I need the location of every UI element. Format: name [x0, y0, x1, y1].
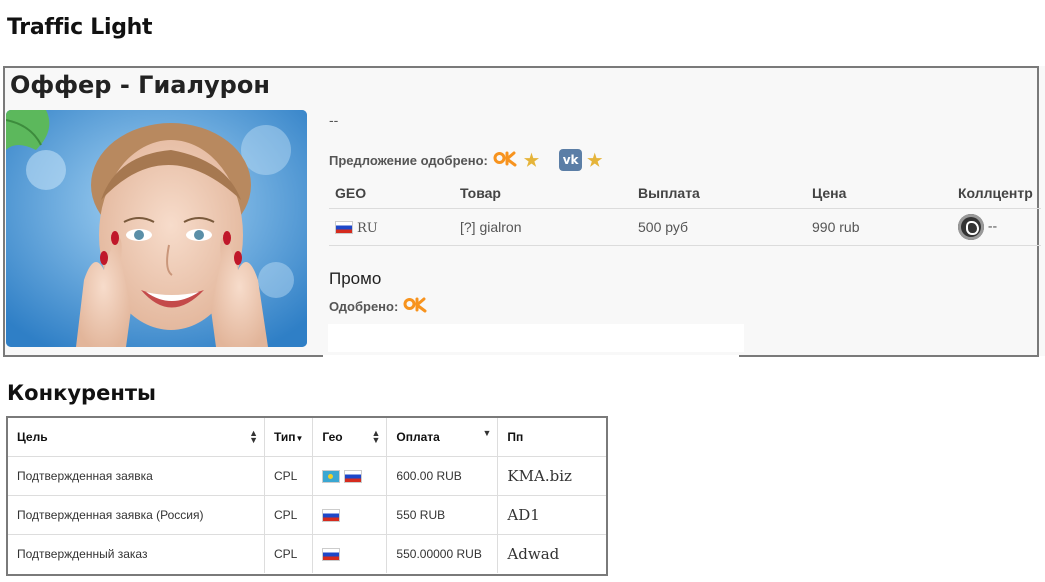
goal-cell: Подтвержденная заявка (Россия): [8, 495, 265, 535]
geo-cell: [312, 495, 388, 535]
geo-cell: [312, 534, 388, 573]
ok-icon: [493, 151, 519, 170]
russia-flag-icon: [322, 509, 341, 523]
payment-cell: 550 RUB: [386, 495, 499, 535]
col-geo: GEO: [329, 178, 454, 209]
dropdown-icon[interactable]: ▼: [296, 434, 304, 443]
competitors-table: Цель ▲ ▼ Тип▼ Гео ▲ ▼ Оплата ▼ Пп Подтвержден…: [8, 418, 606, 573]
geo-cell: RU: [329, 208, 454, 246]
star-icon: ★: [523, 150, 540, 170]
offer-description: --: [329, 112, 339, 128]
offer-table: GEO Товар Выплата Цена Коллцентр RU [?] …: [329, 178, 1041, 246]
russia-flag-icon: [322, 548, 341, 562]
col-price: Цена: [806, 178, 952, 209]
callcenter-cell: --: [952, 208, 1041, 246]
kazakhstan-flag-icon: [322, 470, 341, 484]
competitors-panel: Цель ▲ ▼ Тип▼ Гео ▲ ▼ Оплата ▼ Пп Подтвержден…: [6, 416, 608, 576]
payment-cell: 550.00000 RUB: [386, 534, 499, 573]
price-cell: 990 rub: [806, 208, 952, 246]
promo-approved: Одобрено:: [329, 297, 429, 316]
promo-area-tail: [323, 355, 739, 375]
russia-flag-icon: [344, 470, 363, 484]
goal-cell: Подтвержденная заявка: [8, 456, 265, 496]
promo-title: Промо: [329, 269, 382, 288]
goal-cell: Подтвержденный заказ: [8, 534, 265, 573]
sort-icon[interactable]: ▲ ▼: [372, 429, 381, 445]
geo-code: RU: [357, 220, 378, 236]
product-cell[interactable]: [?] gialron: [454, 208, 632, 246]
col-pp[interactable]: Пп: [497, 418, 606, 457]
col-callcenter: Коллцентр: [952, 178, 1041, 209]
table-row: RU [?] gialron 500 руб 990 rub --: [329, 208, 1041, 246]
type-cell: CPL: [264, 534, 314, 573]
col-payout: Выплата: [632, 178, 806, 209]
payment-cell: 600.00 RUB: [386, 456, 499, 496]
offer-approved: Предложение одобрено: ★ vk ★: [329, 149, 602, 171]
table-row: Подтвержденная заявка CPL 600.00 RUB KMA…: [8, 456, 606, 496]
table-row: Подтвержденный заказ CPL 550.00000 RUB A…: [8, 534, 606, 574]
callcenter-icon: [958, 214, 984, 240]
payout-cell: 500 руб: [632, 208, 806, 246]
col-product: Товар: [454, 178, 632, 209]
table-row: Подтвержденная заявка (Россия) CPL 550 R…: [8, 495, 606, 535]
page-title: Traffic Light: [7, 15, 153, 40]
star-icon: ★: [587, 150, 603, 170]
competitors-title: Конкуренты: [7, 381, 156, 405]
sort-icon[interactable]: ▲ ▼: [249, 429, 258, 445]
offer-image: [6, 110, 307, 347]
sort-desc-icon[interactable]: ▼: [483, 429, 492, 438]
callcenter-value: --: [987, 217, 998, 234]
offer-panel: Оффер - Гиалурон -- Предложение одобрено…: [3, 66, 1041, 357]
pp-cell[interactable]: KMA.biz: [497, 456, 606, 496]
geo-cell: [312, 456, 388, 496]
vk-icon: vk: [559, 149, 583, 171]
ok-icon: [403, 297, 429, 316]
russia-flag-icon: [335, 221, 353, 235]
pp-cell[interactable]: Adwad: [498, 535, 606, 574]
col-type[interactable]: Тип▼: [264, 418, 314, 457]
approved-label: Предложение одобрено:: [329, 152, 488, 168]
col-geo[interactable]: Гео ▲ ▼: [312, 418, 388, 457]
type-cell: CPL: [264, 495, 314, 535]
promo-approved-label: Одобрено:: [329, 299, 399, 314]
promo-area: [328, 324, 744, 352]
pp-cell[interactable]: AD1: [497, 495, 606, 535]
offer-title: Оффер - Гиалурон: [10, 71, 270, 99]
col-goal[interactable]: Цель ▲ ▼: [8, 418, 265, 457]
col-payment[interactable]: Оплата ▼: [386, 418, 499, 457]
type-cell: CPL: [264, 456, 314, 496]
